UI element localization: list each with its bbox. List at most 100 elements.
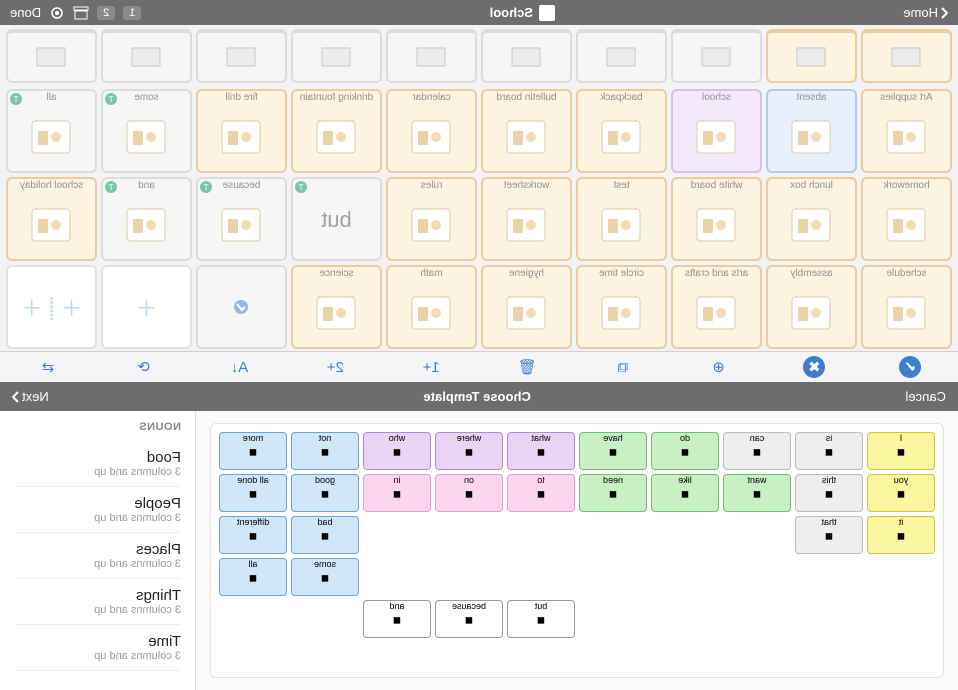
sidebar-category[interactable]: People3 columns and up bbox=[14, 487, 181, 533]
board-cell[interactable]: schedule bbox=[861, 265, 952, 349]
template-cell[interactable]: who◼︎ bbox=[363, 432, 431, 470]
template-cell[interactable]: I◼︎ bbox=[867, 432, 935, 470]
board-cell[interactable]: homework bbox=[861, 177, 952, 261]
board-cell[interactable]: backpack bbox=[576, 89, 667, 173]
template-cell-label: can bbox=[750, 434, 765, 443]
page-indicator-1[interactable]: 1 bbox=[123, 6, 141, 20]
board-cell[interactable]: science bbox=[291, 265, 382, 349]
template-cell[interactable]: can◼︎ bbox=[723, 432, 791, 470]
home-button[interactable]: Home bbox=[903, 5, 948, 20]
template-cell[interactable]: that◼︎ bbox=[795, 516, 863, 554]
gear-icon[interactable] bbox=[49, 5, 65, 21]
toolbar-check-outline-icon[interactable]: ✖ bbox=[803, 356, 825, 378]
board-cell[interactable]: becauseT bbox=[196, 177, 287, 261]
done-button[interactable]: Done bbox=[10, 5, 41, 20]
toolbar-plus2-icon[interactable]: 2+ bbox=[324, 356, 346, 378]
board-cell[interactable]: worksheet bbox=[481, 177, 572, 261]
board-cell[interactable]: white board bbox=[671, 177, 762, 261]
toolbar-trash-icon[interactable]: 🗑 bbox=[516, 356, 538, 378]
template-cell[interactable]: is◼︎ bbox=[795, 432, 863, 470]
board-cell[interactable]: ＋ bbox=[101, 265, 192, 349]
category-name: Places bbox=[14, 541, 181, 558]
category-name: People bbox=[14, 495, 181, 512]
template-cell[interactable]: but◼︎ bbox=[507, 600, 575, 638]
template-cell[interactable]: because◼︎ bbox=[435, 600, 503, 638]
sidebar-category[interactable]: Things3 columns and up bbox=[14, 579, 181, 625]
board-cell[interactable]: ＋ ⸽ ＋ bbox=[6, 265, 97, 349]
board-cell[interactable]: bulletin board bbox=[481, 89, 572, 173]
board-cell[interactable]: lunch box bbox=[766, 177, 857, 261]
template-cell[interactable]: different◼︎ bbox=[219, 516, 287, 554]
board-cell[interactable]: arts and crafts bbox=[671, 265, 762, 349]
cancel-button[interactable]: Cancel bbox=[906, 389, 946, 404]
board-cell[interactable] bbox=[386, 29, 477, 83]
board-cell[interactable]: test bbox=[576, 177, 667, 261]
template-cell[interactable]: it◼︎ bbox=[867, 516, 935, 554]
chooser-title: Choose Template bbox=[49, 389, 906, 404]
template-cell[interactable]: to◼︎ bbox=[507, 474, 575, 512]
toolbar-copy-icon[interactable]: ⧉ bbox=[612, 356, 634, 378]
page-indicator-2[interactable]: 2 bbox=[97, 6, 115, 20]
board-cell[interactable] bbox=[671, 29, 762, 83]
board-cell[interactable] bbox=[576, 29, 667, 83]
board-cell[interactable] bbox=[861, 29, 952, 83]
toolbar-plus1-icon[interactable]: 1+ bbox=[420, 356, 442, 378]
sidebar-category[interactable]: Time3 columns and up bbox=[14, 625, 181, 671]
board-cell[interactable]: andT bbox=[101, 177, 192, 261]
board-cell[interactable]: school bbox=[671, 89, 762, 173]
template-cell[interactable]: need◼︎ bbox=[579, 474, 647, 512]
template-cell[interactable]: where◼︎ bbox=[435, 432, 503, 470]
category-sub: 3 columns and up bbox=[14, 558, 181, 570]
board-cell[interactable] bbox=[6, 29, 97, 83]
board-cell[interactable]: school holiday bbox=[6, 177, 97, 261]
board-cell[interactable] bbox=[196, 29, 287, 83]
template-cell[interactable]: this◼︎ bbox=[795, 474, 863, 512]
cell-label: schedule bbox=[884, 267, 928, 279]
board-cell[interactable]: math bbox=[386, 265, 477, 349]
toolbar-add-page-icon[interactable]: ⊕ bbox=[708, 356, 730, 378]
template-cell[interactable]: good◼︎ bbox=[291, 474, 359, 512]
template-cell[interactable]: have◼︎ bbox=[579, 432, 647, 470]
next-button[interactable]: Next bbox=[12, 389, 49, 404]
board-cell[interactable]: drinking fountain bbox=[291, 89, 382, 173]
template-cell[interactable]: all done◼︎ bbox=[219, 474, 287, 512]
board-cell[interactable]: hygiene bbox=[481, 265, 572, 349]
template-cell[interactable]: want◼︎ bbox=[723, 474, 791, 512]
board-cell[interactable]: assembly bbox=[766, 265, 857, 349]
template-preview[interactable]: I◼︎is◼︎can◼︎do◼︎have◼︎what◼︎where◼︎who◼︎… bbox=[196, 411, 958, 690]
template-cell[interactable]: some◼︎ bbox=[291, 558, 359, 596]
board-cell[interactable]: calendar bbox=[386, 89, 477, 173]
template-cell[interactable]: not◼︎ bbox=[291, 432, 359, 470]
board-cell[interactable]: butT bbox=[291, 177, 382, 261]
board-cell[interactable]: Art supplies bbox=[861, 89, 952, 173]
board-cell[interactable]: circle time bbox=[576, 265, 667, 349]
board-cell[interactable]: fire drill bbox=[196, 89, 287, 173]
board-cell[interactable]: allT bbox=[6, 89, 97, 173]
sidebar-category[interactable]: Places3 columns and up bbox=[14, 533, 181, 579]
toolbar-refresh-icon[interactable]: ⟳ bbox=[133, 356, 155, 378]
toolbar-sort-icon[interactable]: A↓ bbox=[229, 356, 251, 378]
board-cell[interactable]: rules bbox=[386, 177, 477, 261]
sidebar-category[interactable]: Food3 columns and up bbox=[14, 441, 181, 487]
template-cell[interactable]: all◼︎ bbox=[219, 558, 287, 596]
board-cell[interactable] bbox=[291, 29, 382, 83]
template-cell[interactable]: in◼︎ bbox=[363, 474, 431, 512]
template-cell[interactable]: and◼︎ bbox=[363, 600, 431, 638]
board-cell[interactable] bbox=[766, 29, 857, 83]
board-cell[interactable] bbox=[481, 29, 572, 83]
template-cell[interactable]: like◼︎ bbox=[651, 474, 719, 512]
template-cell[interactable]: bad◼︎ bbox=[291, 516, 359, 554]
board-cell[interactable] bbox=[196, 265, 287, 349]
toolbar-swap-icon[interactable]: ⇄ bbox=[37, 356, 59, 378]
template-cell[interactable]: more◼︎ bbox=[219, 432, 287, 470]
archive-icon[interactable] bbox=[73, 6, 89, 20]
template-cell[interactable]: you◼︎ bbox=[867, 474, 935, 512]
template-cell[interactable]: do◼︎ bbox=[651, 432, 719, 470]
template-cell[interactable]: what◼︎ bbox=[507, 432, 575, 470]
template-cell-label: all done bbox=[237, 476, 269, 485]
board-cell[interactable] bbox=[101, 29, 192, 83]
board-cell[interactable]: someT bbox=[101, 89, 192, 173]
toolbar-check-filled-icon[interactable]: ✔ bbox=[899, 356, 921, 378]
template-cell[interactable]: on◼︎ bbox=[435, 474, 503, 512]
board-cell[interactable]: absent bbox=[766, 89, 857, 173]
